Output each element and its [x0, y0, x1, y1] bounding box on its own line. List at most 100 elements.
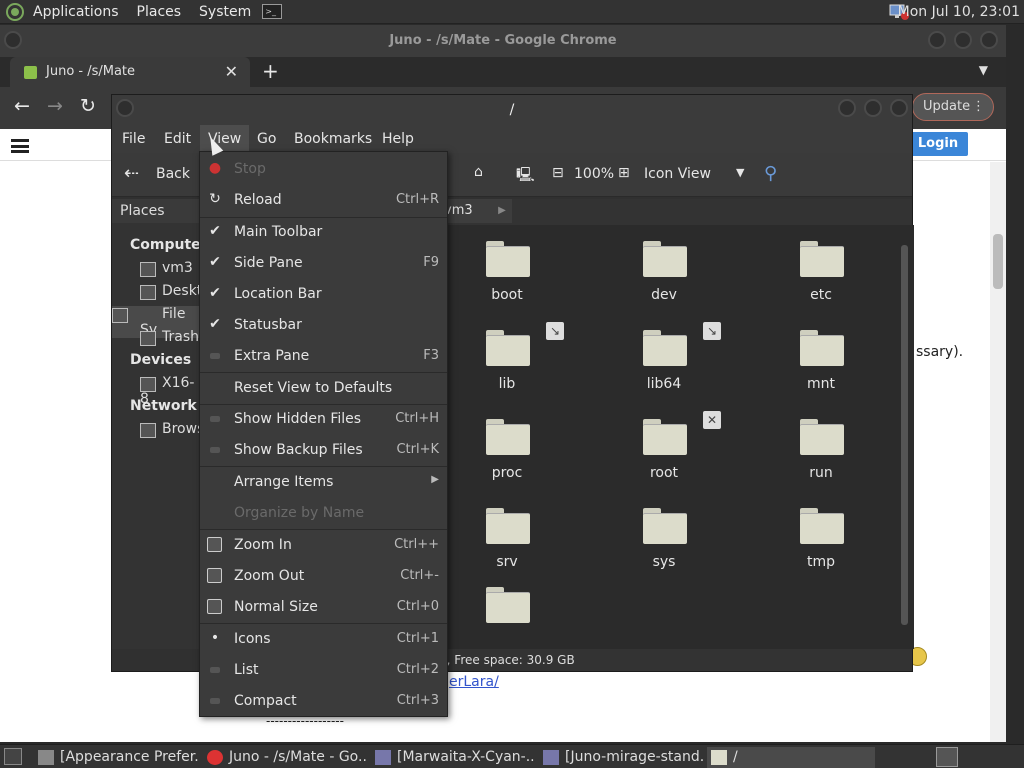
menu-help[interactable]: Help [382, 131, 414, 147]
zoom-level[interactable]: 100% [574, 166, 614, 182]
menu-edit[interactable]: Edit [164, 131, 191, 147]
view-mode-chevron-icon[interactable]: ▼ [736, 166, 744, 179]
menu-item-extra-pane[interactable]: Extra Pane F3 [200, 341, 447, 371]
folder-icon: ↘ [643, 322, 721, 366]
folder-lib[interactable]: ↘ lib [462, 322, 564, 402]
task-juno-mirage[interactable]: [Juno-mirage-stand... [539, 747, 703, 768]
favicon-icon [24, 66, 37, 79]
zoom-in-icon[interactable]: ⊞ [618, 165, 630, 181]
search-icon[interactable]: ⚲ [764, 163, 777, 184]
menu-item-normal-size[interactable]: Normal Size Ctrl+0 [200, 592, 447, 622]
menu-item-side-pane[interactable]: ✔ Side Pane F9 [200, 248, 447, 278]
view-mode-select[interactable]: Icon View [644, 166, 711, 182]
close-button[interactable] [980, 31, 998, 49]
login-button[interactable]: Login [908, 132, 968, 156]
more-menu-icon[interactable]: ⋮ [972, 94, 985, 120]
close-tab-icon[interactable]: ✕ [225, 62, 238, 81]
clock[interactable]: Mon Jul 10, 23:01 [898, 0, 1020, 24]
caja-close-button[interactable] [890, 99, 908, 117]
caja-minimize-button[interactable] [838, 99, 856, 117]
places-header[interactable]: Places [112, 199, 199, 223]
task-chrome[interactable]: Juno - /s/Mate - Go... [203, 747, 366, 768]
computer-icon[interactable]: 🖳 [516, 164, 535, 188]
window-menu-button[interactable] [4, 31, 22, 49]
zoom-out-icon[interactable]: ⊟ [552, 165, 564, 181]
locked-emblem-icon: ✕ [703, 411, 721, 429]
places-menu[interactable]: Places [128, 0, 191, 24]
menu-item-stop[interactable]: ● Stop [200, 154, 447, 184]
show-desktop-icon[interactable] [4, 748, 22, 765]
folder-boot[interactable]: boot [462, 233, 552, 313]
home-icon[interactable]: ⌂ [474, 164, 483, 180]
menu-item-organize-by-name[interactable]: Organize by Name [200, 498, 447, 528]
sidebar-item-browse-network[interactable]: Brows [140, 421, 204, 438]
chrome-icon [207, 750, 223, 765]
hamburger-menu-icon[interactable] [11, 139, 29, 153]
symlink-emblem-icon: ↘ [546, 322, 564, 340]
folder-proc[interactable]: proc [462, 411, 552, 491]
back-icon[interactable]: ⇠ [124, 163, 139, 184]
menu-item-arrange-items[interactable]: Arrange Items ▶ [200, 467, 447, 497]
folder-icon [711, 750, 727, 765]
update-button[interactable]: Update ⋮ [912, 93, 994, 121]
terminal-launcher-icon[interactable]: >_ [262, 4, 283, 19]
maximize-button[interactable] [954, 31, 972, 49]
folder-lib64[interactable]: ↘ lib64 [619, 322, 721, 402]
folder-icon: ↘ [486, 322, 564, 366]
menu-item-location-bar[interactable]: ✔ Location Bar [200, 279, 447, 309]
menu-item-main-toolbar[interactable]: ✔ Main Toolbar [200, 217, 447, 247]
page-link[interactable]: erLara/ [449, 674, 499, 690]
forward-arrow-icon[interactable]: → [47, 95, 63, 117]
task-file-manager[interactable]: / [707, 747, 875, 768]
system-menu[interactable]: System [190, 0, 260, 24]
menu-item-show-backup[interactable]: Show Backup Files Ctrl+K [200, 435, 447, 465]
menu-item-reload[interactable]: ↻ Reload Ctrl+R [200, 185, 447, 215]
folder-srv[interactable]: srv [462, 500, 552, 580]
content-scrollbar-thumb[interactable] [901, 245, 908, 625]
menu-item-reset-view[interactable]: Reset View to Defaults [200, 373, 447, 403]
page-scrollbar[interactable] [990, 162, 1006, 742]
bottom-taskbar: [Appearance Prefer... Juno - /s/Mate - G… [0, 744, 1024, 768]
menu-item-list[interactable]: List Ctrl+2 [200, 655, 447, 685]
caja-window-menu-button[interactable] [116, 99, 134, 117]
folder-run[interactable]: run [776, 411, 866, 491]
back-button[interactable]: Back [156, 166, 190, 182]
menu-file[interactable]: File [122, 131, 145, 147]
task-appearance[interactable]: [Appearance Prefer... [34, 747, 198, 768]
menu-item-icons[interactable]: • Icons Ctrl+1 [200, 624, 447, 654]
menu-item-statusbar[interactable]: ✔ Statusbar [200, 310, 447, 340]
folder-root[interactable]: ✕ root [619, 411, 721, 491]
menu-item-zoom-in[interactable]: Zoom In Ctrl++ [200, 530, 447, 560]
mate-logo-icon[interactable] [6, 2, 24, 21]
menu-item-compact[interactable]: Compact Ctrl+3 [200, 686, 447, 716]
breadcrumb-arrow-icon[interactable]: ▶ [492, 199, 512, 223]
zoom-in-icon [207, 537, 222, 552]
minimize-button[interactable] [928, 31, 946, 49]
back-arrow-icon[interactable]: ← [14, 95, 30, 117]
applications-menu[interactable]: Applications [24, 0, 128, 24]
tab-search-chevron-icon[interactable]: ▼ [979, 63, 988, 77]
scrollbar-thumb[interactable] [993, 234, 1003, 289]
caja-maximize-button[interactable] [864, 99, 882, 117]
menu-item-show-hidden[interactable]: Show Hidden Files Ctrl+H [200, 404, 447, 434]
sidebar-item-vm3[interactable]: vm3 [140, 260, 193, 277]
reload-icon[interactable]: ↻ [80, 95, 96, 117]
folder-mnt[interactable]: mnt [776, 322, 866, 402]
submenu-arrow-icon: ▶ [431, 474, 439, 485]
folder-etc[interactable]: etc [776, 233, 866, 313]
folder-dev[interactable]: dev [619, 233, 709, 313]
sidebar-item-trash[interactable]: Trash [140, 329, 199, 346]
folder-partial[interactable] [462, 579, 552, 639]
content-scrollbar[interactable] [899, 233, 909, 645]
workspace-switcher-icon[interactable] [936, 747, 958, 767]
task-marwaita[interactable]: [Marwaita-X-Cyan-... [371, 747, 535, 768]
folder-sys[interactable]: sys [619, 500, 709, 580]
menu-item-zoom-out[interactable]: Zoom Out Ctrl+- [200, 561, 447, 591]
new-tab-icon[interactable]: + [262, 59, 279, 83]
folder-tmp[interactable]: tmp [776, 500, 866, 580]
sidebar-item-desktop[interactable]: Deskt [140, 283, 202, 300]
menu-bookmarks[interactable]: Bookmarks [294, 131, 372, 147]
menu-go[interactable]: Go [257, 131, 276, 147]
breadcrumb-vm3[interactable]: vm3 [442, 199, 492, 223]
browser-tab[interactable]: Juno - /s/Mate ✕ [10, 57, 250, 87]
